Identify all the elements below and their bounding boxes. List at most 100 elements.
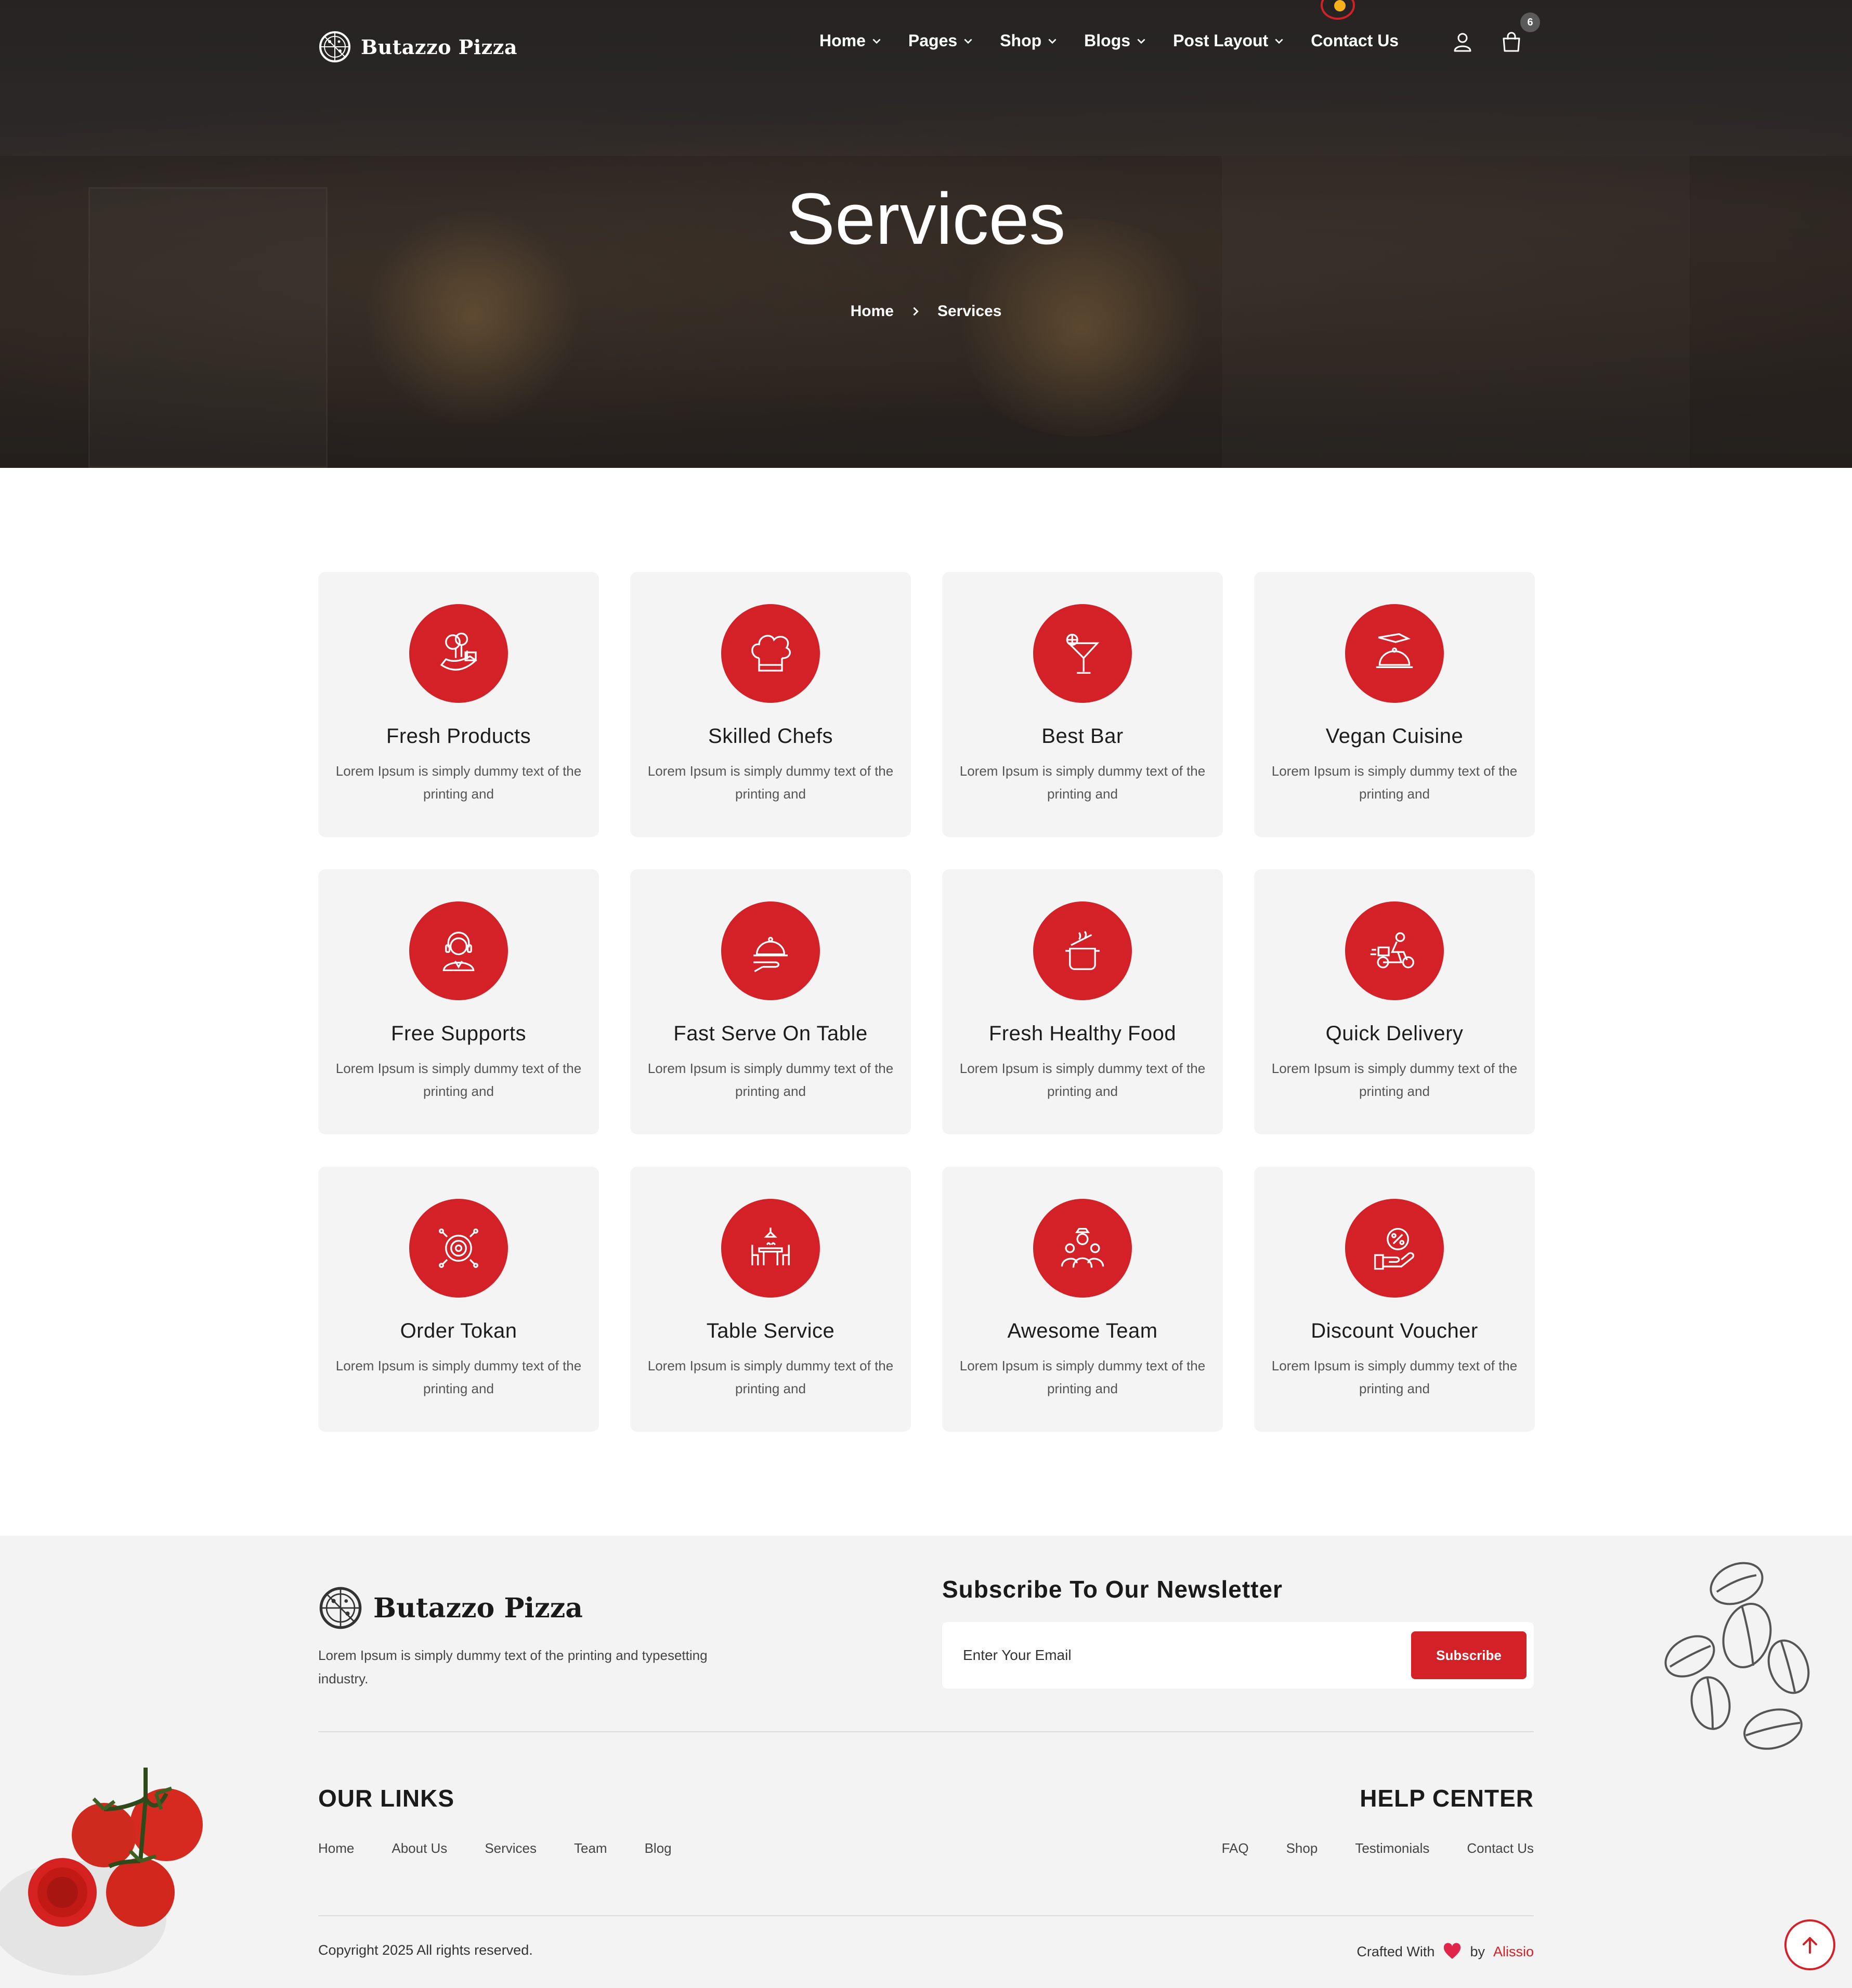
vegetables-icon — [440, 632, 477, 671]
service-title: Order Tokan — [400, 1319, 517, 1342]
copyright-text: Copyright 2025 All rights reserved. — [318, 1942, 533, 1958]
brand-name: Butazzo Pizza — [361, 35, 517, 59]
breadcrumb: Home Services — [0, 303, 1852, 320]
crafted-prefix: Crafted With — [1357, 1943, 1435, 1959]
chevron-down-icon — [1275, 38, 1283, 44]
service-text: Lorem Ipsum is simply dummy text of the … — [1271, 763, 1518, 802]
service-icon-circle — [409, 901, 508, 1000]
footer-link-blog[interactable]: Blog — [645, 1840, 672, 1856]
chevron-down-icon — [964, 38, 972, 44]
service-title: Fresh Healthy Food — [988, 1022, 1177, 1045]
footer-link-contact-us[interactable]: Contact Us — [1467, 1840, 1534, 1856]
service-card[interactable]: Skilled Chefs Lorem Ipsum is simply dumm… — [630, 572, 911, 837]
tomatoes-illustration — [0, 1768, 203, 1976]
breadcrumb-home-link[interactable]: Home — [851, 303, 894, 320]
service-card[interactable]: Fast Serve On Table Lorem Ipsum is simpl… — [630, 869, 911, 1134]
newsletter-form: Subscribe — [942, 1622, 1534, 1689]
service-icon-circle — [1033, 901, 1132, 1000]
user-icon — [1454, 33, 1471, 52]
nav-item-pages[interactable]: Pages — [908, 31, 974, 50]
author-link[interactable]: Alissio — [1493, 1944, 1534, 1960]
nav-item-home[interactable]: Home — [819, 31, 882, 50]
service-icon-circle — [721, 604, 820, 703]
service-text: Lorem Ipsum is simply dummy text of the … — [959, 763, 1206, 802]
footer-brand-logo[interactable]: Butazzo Pizza — [318, 1586, 583, 1630]
service-card[interactable]: Table Service Lorem Ipsum is simply dumm… — [630, 1167, 911, 1432]
nav-item-contact-us[interactable]: Contact Us — [1311, 31, 1399, 50]
service-icon-circle — [409, 604, 508, 703]
arrow-up-icon — [1803, 1937, 1817, 1954]
nav-item-shop[interactable]: Shop — [1000, 31, 1058, 50]
nav-item-blogs[interactable]: Blogs — [1084, 31, 1147, 50]
cart-button[interactable] — [1499, 30, 1523, 54]
discount-hand-icon — [1374, 1227, 1414, 1270]
account-button[interactable] — [1451, 30, 1475, 54]
service-card[interactable]: Discount Voucher Lorem Ipsum is simply d… — [1254, 1167, 1535, 1432]
site-footer: Butazzo Pizza Lorem Ipsum is simply dumm… — [0, 1536, 1852, 1988]
subscribe-button[interactable]: Subscribe — [1411, 1631, 1527, 1679]
footer-link-faq[interactable]: FAQ — [1222, 1840, 1249, 1856]
service-card[interactable]: Free Supports Lorem Ipsum is simply dumm… — [318, 869, 599, 1134]
chef-hat-icon — [751, 635, 791, 672]
nav-item-label: Blogs — [1084, 31, 1131, 50]
shopping-bag-icon — [1503, 32, 1520, 52]
service-icon-circle — [1033, 1199, 1132, 1298]
nav-item-label: Home — [819, 31, 866, 50]
service-title: Fast Serve On Table — [673, 1022, 868, 1045]
service-icon-circle — [721, 1199, 820, 1298]
footer-link-shop[interactable]: Shop — [1286, 1840, 1318, 1856]
service-text: Lorem Ipsum is simply dummy text of the … — [335, 1358, 582, 1396]
service-card[interactable]: Fresh Healthy Food Lorem Ipsum is simply… — [942, 869, 1223, 1134]
chevron-right-icon — [913, 307, 919, 316]
scroll-to-top-button[interactable] — [1784, 1919, 1835, 1970]
service-title: Discount Voucher — [1311, 1319, 1478, 1342]
newsletter-email-input[interactable] — [963, 1640, 1368, 1671]
cocktail-icon — [1066, 634, 1100, 674]
service-text: Lorem Ipsum is simply dummy text of the … — [959, 1358, 1206, 1396]
footer-link-services[interactable]: Services — [485, 1840, 537, 1856]
chevron-down-icon — [1048, 38, 1057, 44]
nav-item-label: Post Layout — [1173, 31, 1269, 50]
nav-item-label: Pages — [908, 31, 958, 50]
footer-link-testimonials[interactable]: Testimonials — [1355, 1840, 1429, 1856]
serving-tray-icon — [753, 937, 788, 973]
footer-divider — [318, 1915, 1534, 1916]
nav-item-label: Contact Us — [1311, 31, 1399, 50]
footer-link-team[interactable]: Team — [574, 1840, 607, 1856]
footer-description: Lorem Ipsum is simply dummy text of the … — [318, 1647, 708, 1686]
service-text: Lorem Ipsum is simply dummy text of the … — [647, 763, 894, 802]
delivery-scooter-icon — [1370, 932, 1414, 969]
service-card[interactable]: Awesome Team Lorem Ipsum is simply dummy… — [942, 1167, 1223, 1432]
coffee-beans-illustration — [1664, 1562, 1810, 1750]
nav-item-post-layout[interactable]: Post Layout — [1173, 31, 1285, 50]
breadcrumb-current: Services — [937, 303, 1002, 320]
chevron-down-icon — [872, 38, 881, 44]
service-card[interactable]: Order Tokan Lorem Ipsum is simply dummy … — [318, 1167, 599, 1432]
hero-banner: Butazzo Pizza Home Pages Shop Blogs Post… — [0, 0, 1852, 468]
nav-item-label: Shop — [1000, 31, 1042, 50]
service-text: Lorem Ipsum is simply dummy text of the … — [959, 1061, 1206, 1099]
service-icon-circle — [1345, 604, 1444, 703]
brand-logo[interactable]: Butazzo Pizza — [318, 30, 517, 63]
service-text: Lorem Ipsum is simply dummy text of the … — [1271, 1061, 1518, 1099]
footer-link-about-us[interactable]: About Us — [392, 1840, 447, 1856]
service-icon-circle — [1345, 901, 1444, 1000]
service-card[interactable]: Vegan Cuisine Lorem Ipsum is simply dumm… — [1254, 572, 1535, 837]
pizza-logo-icon — [319, 31, 350, 62]
help-center-title: HELP CENTER — [1360, 1785, 1534, 1812]
service-card[interactable]: Best Bar Lorem Ipsum is simply dummy tex… — [942, 572, 1223, 837]
newsletter-title: Subscribe To Our Newsletter — [942, 1576, 1283, 1603]
page-title: Services — [786, 178, 1066, 259]
cooking-pot-icon — [1065, 931, 1100, 970]
service-title: Table Service — [706, 1319, 835, 1342]
service-card[interactable]: Fresh Products Lorem Ipsum is simply dum… — [318, 572, 599, 837]
service-title: Free Supports — [391, 1022, 526, 1045]
service-title: Skilled Chefs — [708, 725, 833, 748]
service-text: Lorem Ipsum is simply dummy text of the … — [335, 763, 582, 802]
service-text: Lorem Ipsum is simply dummy text of the … — [335, 1061, 582, 1099]
service-card[interactable]: Quick Delivery Lorem Ipsum is simply dum… — [1254, 869, 1535, 1134]
target-token-icon — [439, 1228, 478, 1268]
footer-link-home[interactable]: Home — [318, 1840, 354, 1856]
service-icon-circle — [721, 901, 820, 1000]
service-icon-circle — [1345, 1199, 1444, 1298]
